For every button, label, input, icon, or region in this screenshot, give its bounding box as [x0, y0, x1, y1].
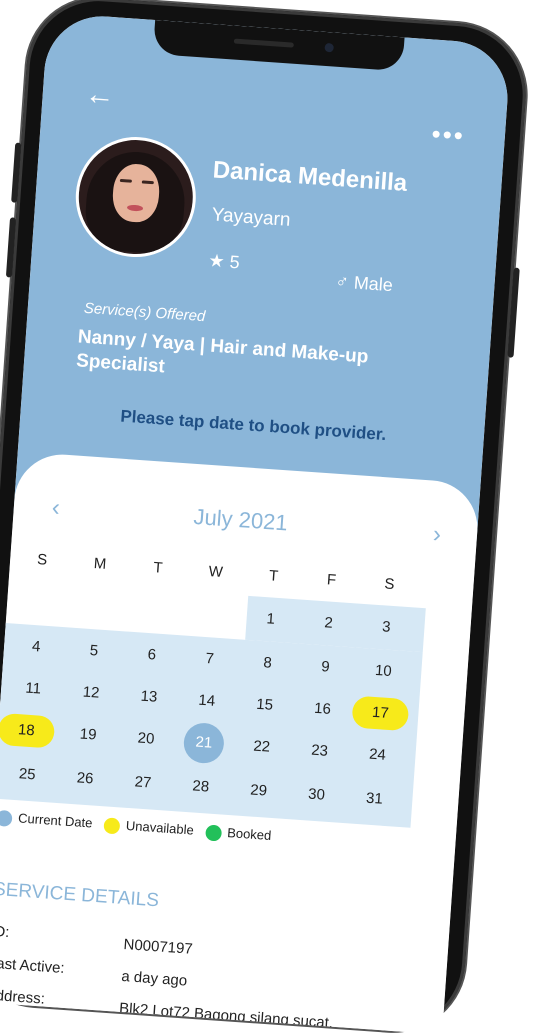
weekday-fri: F — [326, 571, 337, 589]
calendar-day[interactable]: 24 — [356, 738, 398, 773]
calendar-day[interactable]: 11 — [12, 672, 54, 707]
weekday-mon: M — [93, 555, 107, 573]
calendar-day-unavailable[interactable]: 18 — [0, 712, 56, 749]
weekday-sun: S — [36, 551, 48, 569]
id-label: ID: — [0, 922, 10, 942]
services-value: Nanny / Yaya | Hair and Make-up Speciali… — [75, 326, 370, 378]
calendar-day[interactable]: 13 — [128, 680, 170, 715]
avatar — [71, 133, 200, 262]
calendar-day[interactable]: 12 — [70, 676, 112, 711]
provider-name: Danica Medenilla — [211, 156, 409, 197]
unavailable-dot — [103, 816, 121, 835]
speaker — [233, 38, 294, 48]
legend-current: Current Date — [0, 809, 93, 832]
camera — [324, 42, 334, 53]
phone-frame: ← ••• Danica Medenilla Yayayarn ★ 5 ♂ Ma… — [0, 0, 531, 1036]
calendar-month: July 2021 — [192, 503, 289, 536]
rating: ★ 5 — [207, 250, 241, 273]
last-active-label: Last Active: — [0, 954, 66, 977]
booking-hint: Please tap date to book provider. — [119, 406, 387, 445]
legend-booked-label: Booked — [226, 825, 272, 844]
calendar-day[interactable]: 14 — [186, 684, 228, 719]
legend-unavailable: Unavailable — [103, 816, 194, 839]
calendar-day[interactable]: 16 — [301, 692, 343, 727]
screen: ← ••• Danica Medenilla Yayayarn ★ 5 ♂ Ma… — [0, 12, 512, 1035]
prev-month-icon[interactable]: ‹ — [51, 494, 61, 522]
calendar-day[interactable]: 4 — [15, 630, 57, 665]
calendar-day[interactable]: 6 — [131, 638, 173, 673]
calendar-day[interactable]: 29 — [238, 774, 280, 809]
legend-current-label: Current Date — [17, 810, 93, 831]
calendar-day[interactable]: 19 — [67, 718, 109, 753]
calendar-day[interactable]: 25 — [6, 758, 48, 793]
services-label: Service(s) Offered — [83, 299, 206, 326]
legend-booked: Booked — [204, 823, 272, 844]
calendar-day[interactable]: 7 — [189, 642, 231, 677]
id-value: N0007197 — [123, 936, 194, 958]
calendar-day[interactable]: 23 — [299, 734, 341, 769]
weekday-tue: T — [152, 559, 164, 577]
service-details-title: SERVICE DETAILS — [0, 878, 160, 912]
address-label: Address: — [0, 986, 46, 1008]
current-date-dot — [0, 809, 13, 827]
calendar-day[interactable]: 28 — [180, 770, 222, 805]
calendar-day-unavailable[interactable]: 17 — [351, 695, 410, 732]
weekday-thu: T — [268, 567, 279, 585]
calendar-day[interactable]: 27 — [122, 766, 164, 801]
gender: ♂ Male — [334, 271, 394, 296]
calendar-day[interactable]: 8 — [247, 646, 289, 681]
legend-unavailable-label: Unavailable — [125, 817, 195, 838]
calendar-day[interactable]: 9 — [304, 650, 346, 685]
weekday-sat: S — [383, 575, 395, 594]
calendar-day[interactable]: 26 — [64, 762, 106, 797]
next-month-icon[interactable]: › — [432, 521, 442, 549]
calendar-day[interactable]: 20 — [125, 722, 167, 757]
calendar-day[interactable]: 5 — [73, 634, 115, 669]
calendar-day[interactable]: 10 — [362, 654, 404, 689]
calendar-day[interactable]: 2 — [307, 606, 349, 641]
address-value: Blk2 Lot72 Bagong silang sucat, Muntinlu… — [117, 999, 334, 1035]
calendar-day[interactable]: 30 — [295, 778, 337, 813]
calendar-day[interactable]: 22 — [241, 730, 283, 765]
provider-username: Yayayarn — [210, 204, 292, 231]
more-options-icon[interactable]: ••• — [431, 119, 466, 151]
calendar-day[interactable]: 3 — [365, 610, 407, 645]
calendar-day[interactable]: 31 — [353, 782, 395, 817]
back-arrow-icon[interactable]: ← — [84, 77, 116, 112]
weekday-wed: W — [208, 563, 224, 582]
calendar-day[interactable]: 15 — [244, 688, 286, 723]
calendar-day[interactable]: 1 — [250, 602, 292, 637]
calendar-card: ‹ July 2021 › S M T W T F S 1 2 3 4 5 6 … — [0, 451, 481, 1035]
booked-dot — [204, 824, 222, 842]
last-active-value: a day ago — [120, 967, 188, 990]
